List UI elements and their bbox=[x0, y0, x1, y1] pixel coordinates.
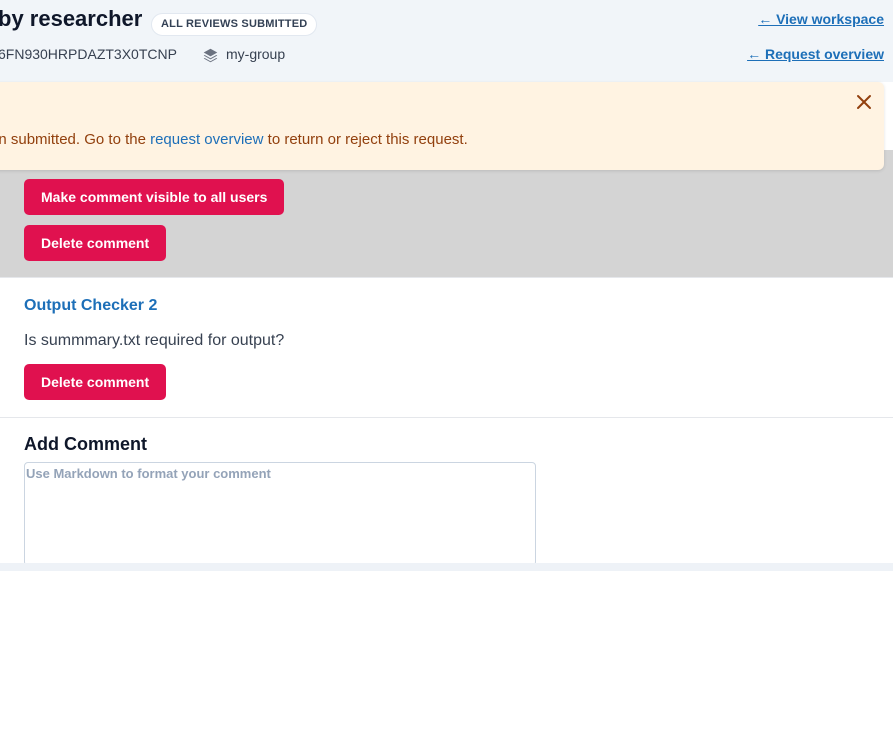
request-overview-link[interactable]: ← Request overview bbox=[747, 46, 884, 62]
add-comment-section: Add Comment bbox=[0, 418, 893, 566]
group-name: my-group bbox=[226, 46, 286, 62]
status-badge: ALL REVIEWS SUBMITTED bbox=[151, 13, 318, 36]
comment-textarea[interactable] bbox=[24, 462, 536, 566]
delete-comment-button[interactable]: Delete comment bbox=[24, 225, 167, 261]
page-title: by researcher bbox=[0, 6, 143, 31]
delete-comment-button[interactable]: Delete comment bbox=[24, 364, 167, 400]
alert-text-start: en submitted. Go to the bbox=[0, 131, 151, 148]
layers-icon bbox=[203, 48, 218, 63]
close-icon[interactable] bbox=[854, 92, 874, 112]
alert-message: en submitted. Go to the request overview… bbox=[0, 131, 468, 148]
comment-body: Is summmary.txt required for output? bbox=[24, 332, 285, 349]
request-id: 6FN930HRPDAZT3X0TCNP bbox=[0, 46, 177, 62]
alert-text-end: to return or reject this request. bbox=[263, 131, 468, 148]
info-alert: en submitted. Go to the request overview… bbox=[0, 82, 884, 170]
request-header: by researcher ALL REVIEWS SUBMITTED 6FN9… bbox=[0, 0, 893, 82]
alert-request-overview-link[interactable]: request overview bbox=[150, 131, 263, 148]
comment-author: Output Checker 2 bbox=[24, 297, 158, 314]
page: by researcher ALL REVIEWS SUBMITTED 6FN9… bbox=[0, 0, 893, 747]
make-visible-button[interactable]: Make comment visible to all users bbox=[24, 179, 285, 215]
add-comment-title: Add Comment bbox=[24, 434, 147, 454]
view-workspace-link[interactable]: ← View workspace bbox=[758, 11, 884, 27]
comment-item: Output Checker 2 Is summmary.txt require… bbox=[0, 278, 893, 418]
section-divider bbox=[0, 563, 893, 571]
